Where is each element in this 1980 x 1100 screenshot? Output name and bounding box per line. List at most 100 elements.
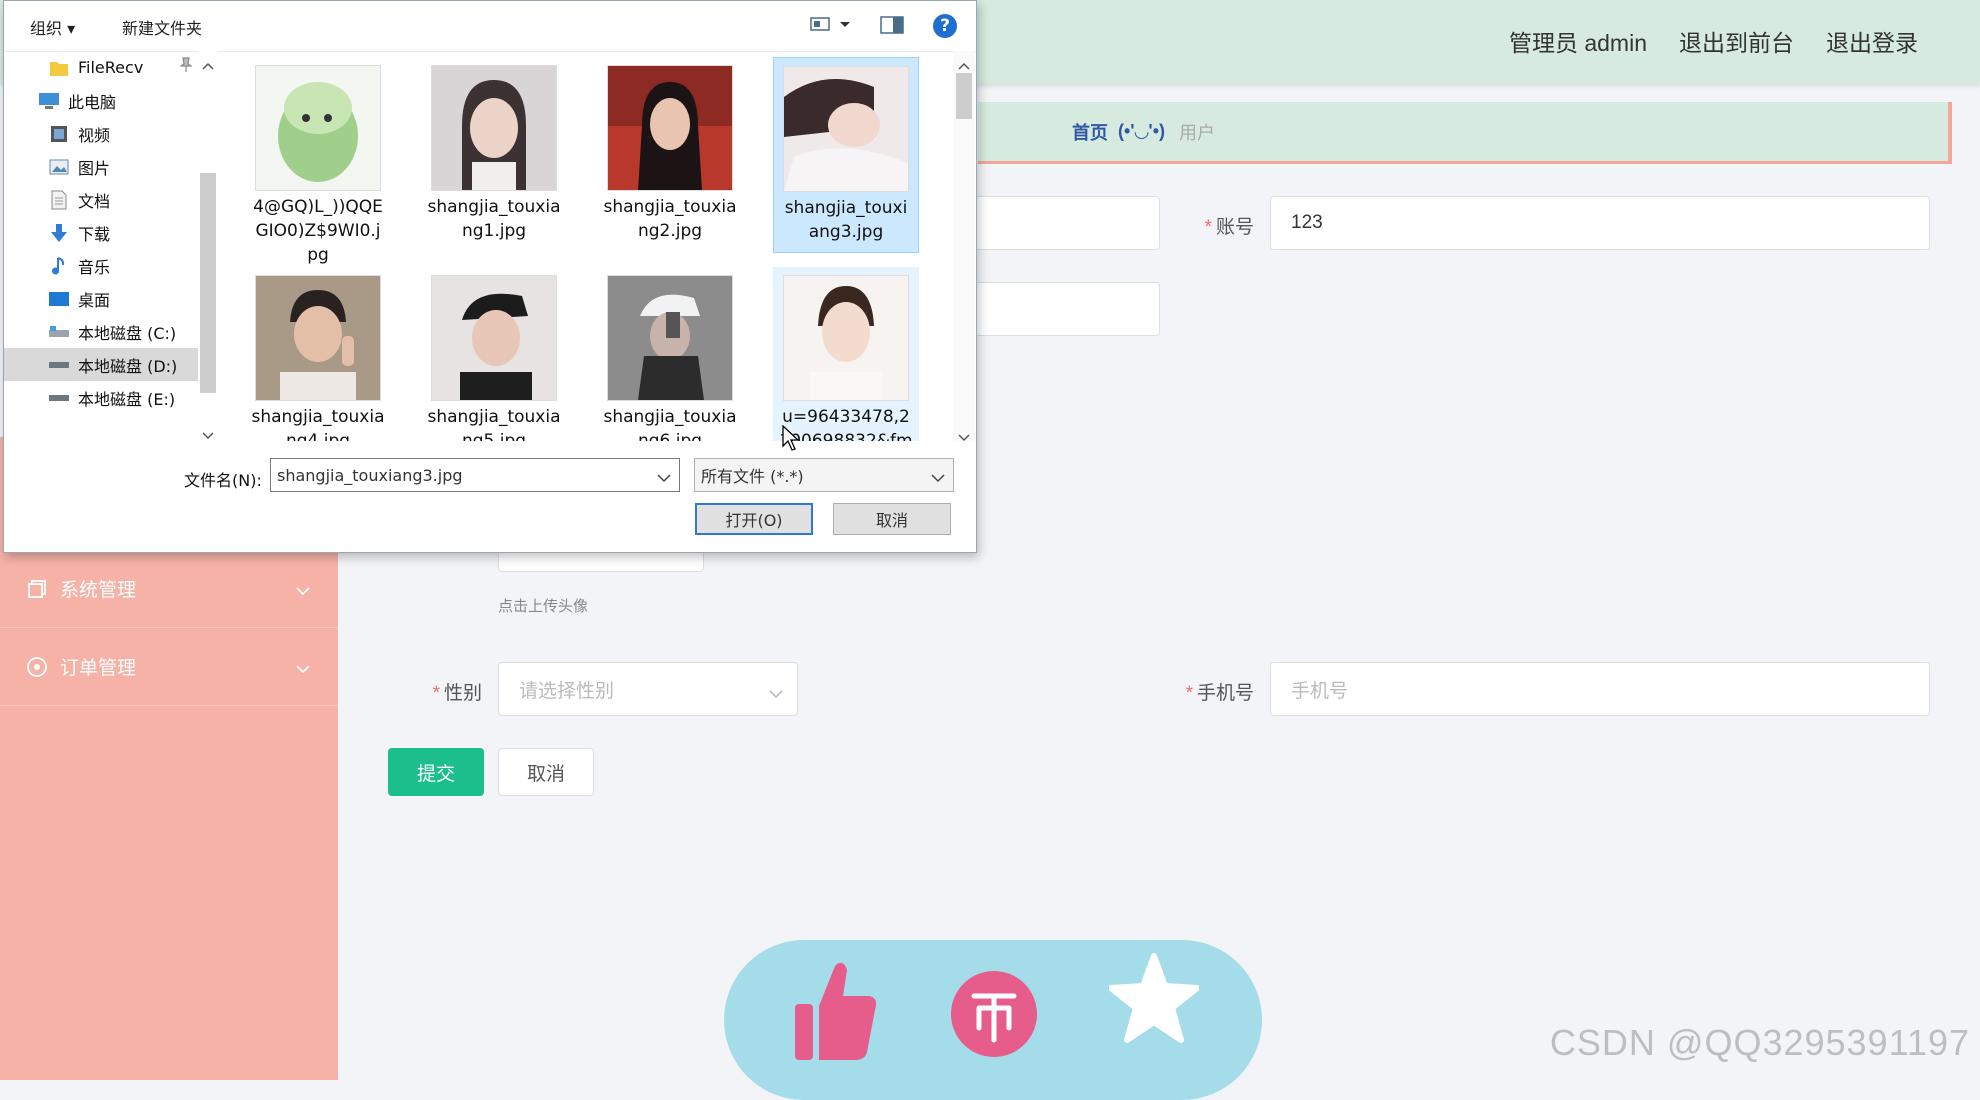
filetype-select[interactable]: 所有文件 (*.*) <box>694 458 954 492</box>
file-name: shangjia_touxiang4.jpg <box>251 407 385 441</box>
account-value: 123 <box>1291 212 1323 233</box>
music-icon <box>48 256 70 276</box>
navigation-pane: FileRecv 此电脑 视频 图片 文档 下载 音乐 桌面 本地磁盘 (C:)… <box>4 51 218 441</box>
account-field[interactable]: 123 <box>1270 196 1930 250</box>
password-field[interactable] <box>960 282 1160 336</box>
sidebar-item-label: 订单管理 <box>60 658 137 679</box>
sidebar-item-label: 系统管理 <box>60 580 137 601</box>
nav-item-label: 音乐 <box>78 257 111 277</box>
nav-item-label: 图片 <box>78 158 111 178</box>
dialog-cancel-button[interactable]: 取消 <box>833 503 951 535</box>
open-button[interactable]: 打开(O) <box>695 503 813 535</box>
scroll-up-icon[interactable] <box>202 55 214 74</box>
mouse-cursor-icon <box>782 424 800 455</box>
sidebar: 系统管理 订单管理 <box>0 550 338 1080</box>
document-icon <box>48 190 70 210</box>
picture-icon <box>48 157 70 177</box>
file-name: shangjia_touxiang5.jpg <box>427 407 561 441</box>
nav-item-label: 桌面 <box>78 290 111 310</box>
help-icon[interactable]: ? <box>933 14 957 38</box>
nav-scrollbar-thumb[interactable] <box>200 173 216 393</box>
filename-value: shangjia_touxiang3.jpg <box>277 465 463 485</box>
preview-pane-icon[interactable] <box>880 15 904 39</box>
drive-icon <box>48 322 70 342</box>
files-scrollbar-thumb[interactable] <box>956 73 972 119</box>
new-folder-button[interactable]: 新建文件夹 <box>122 15 202 39</box>
nav-scrollbar[interactable] <box>198 51 218 441</box>
cancel-button[interactable]: 取消 <box>498 748 594 796</box>
filetype-value: 所有文件 (*.*) <box>701 467 804 486</box>
nav-item-drive-e[interactable]: 本地磁盘 (E:) <box>4 381 218 414</box>
thumbnail-portrait <box>431 65 557 191</box>
gender-select[interactable]: 请选择性别 <box>498 662 798 716</box>
thumbnail-green-creature <box>255 65 381 191</box>
submit-button[interactable]: 提交 <box>388 748 484 796</box>
chevron-down-icon[interactable] <box>657 468 671 487</box>
thumbnail-portrait <box>607 275 733 401</box>
file-open-dialog: 组织 ▾ 新建文件夹 ? FileRecv 此电脑 视频 图片 文档 下载 音乐… <box>3 0 977 553</box>
upload-avatar-hint[interactable]: 点击上传头像 <box>498 595 588 616</box>
nav-item-music[interactable]: 音乐 <box>4 249 218 282</box>
pin-icon[interactable] <box>179 57 193 77</box>
file-tile-hovered[interactable]: u=96433478,2100698832&fm= <box>773 267 919 441</box>
download-icon <box>48 223 70 243</box>
folder-icon <box>48 58 70 78</box>
files-scrollbar[interactable] <box>953 51 975 442</box>
nav-item-label: 视频 <box>78 125 111 145</box>
file-tile[interactable]: shangjia_touxiang4.jpg <box>245 267 391 441</box>
nav-item-desktop[interactable]: 桌面 <box>4 282 218 315</box>
copy-icon <box>26 578 48 600</box>
thumbs-up-icon[interactable] <box>789 956 879 1071</box>
nav-item-label: 文档 <box>78 191 111 211</box>
nav-item-pictures[interactable]: 图片 <box>4 150 218 183</box>
reaction-bar <box>724 940 1262 1100</box>
nav-item-documents[interactable]: 文档 <box>4 183 218 216</box>
exit-to-frontend-link[interactable]: 退出到前台 <box>1679 24 1794 58</box>
file-tile[interactable]: shangjia_touxiang5.jpg <box>421 267 567 441</box>
file-tile[interactable]: shangjia_touxiang6.jpg <box>597 267 743 441</box>
breadcrumb-home-link[interactable]: 首页 <box>1072 119 1108 145</box>
thumbnail-portrait <box>607 65 733 191</box>
file-name: shangjia_touxiang1.jpg <box>427 197 561 241</box>
phone-label: * 手机号 <box>1185 683 1254 704</box>
file-tile-selected[interactable]: shangjia_touxiang3.jpg <box>773 57 919 253</box>
scroll-down-icon[interactable] <box>958 427 970 446</box>
nav-item-label: 下载 <box>78 224 111 244</box>
nav-item-downloads[interactable]: 下载 <box>4 216 218 249</box>
sidebar-item-order-management[interactable]: 订单管理 <box>0 628 338 706</box>
thumbnail-portrait <box>431 275 557 401</box>
video-icon <box>48 124 70 144</box>
nav-item-videos[interactable]: 视频 <box>4 117 218 150</box>
chevron-down-icon <box>296 580 310 602</box>
breadcrumb: 首页 (•'◡'•) 用户 <box>978 102 1952 164</box>
thumbnail-portrait <box>783 275 909 401</box>
nav-item-this-pc[interactable]: 此电脑 <box>4 84 218 117</box>
view-options-icon[interactable] <box>810 15 852 37</box>
scroll-up-icon[interactable] <box>958 55 970 74</box>
coin-icon[interactable] <box>949 956 1039 1071</box>
phone-placeholder: 手机号 <box>1291 680 1349 702</box>
nav-item-label: 本地磁盘 (E:) <box>78 389 176 409</box>
file-thumbnail-grid: 4@GQ)L_))QQEGIO0)Z$9WI0.jpg shangjia_tou… <box>218 51 953 441</box>
chevron-down-icon <box>769 683 783 705</box>
file-tile[interactable]: 4@GQ)L_))QQEGIO0)Z$9WI0.jpg <box>245 57 391 265</box>
filename-input[interactable]: shangjia_touxiang3.jpg <box>270 458 680 492</box>
star-icon[interactable] <box>1108 948 1200 1063</box>
drive-icon <box>48 388 70 408</box>
nav-item-drive-d[interactable]: 本地磁盘 (D:) <box>4 348 198 381</box>
nav-item-drive-c[interactable]: 本地磁盘 (C:) <box>4 315 218 348</box>
logout-link[interactable]: 退出登录 <box>1826 24 1918 58</box>
phone-field[interactable]: 手机号 <box>1270 662 1930 716</box>
organize-menu[interactable]: 组织 ▾ <box>30 15 75 39</box>
dialog-toolbar: 组织 ▾ 新建文件夹 ? <box>4 1 976 52</box>
file-tile[interactable]: shangjia_touxiang1.jpg <box>421 57 567 253</box>
file-tile[interactable]: shangjia_touxiang2.jpg <box>597 57 743 253</box>
sidebar-item-system-management[interactable]: 系统管理 <box>0 550 338 628</box>
nav-item-label: 本地磁盘 (D:) <box>78 356 178 376</box>
gender-label: * 性别 <box>432 683 482 704</box>
scroll-down-icon[interactable] <box>202 425 214 441</box>
thumbnail-portrait <box>783 66 909 192</box>
name-field[interactable] <box>960 196 1160 250</box>
nav-item-filerecv[interactable]: FileRecv <box>4 51 218 84</box>
chevron-down-icon <box>931 468 945 487</box>
